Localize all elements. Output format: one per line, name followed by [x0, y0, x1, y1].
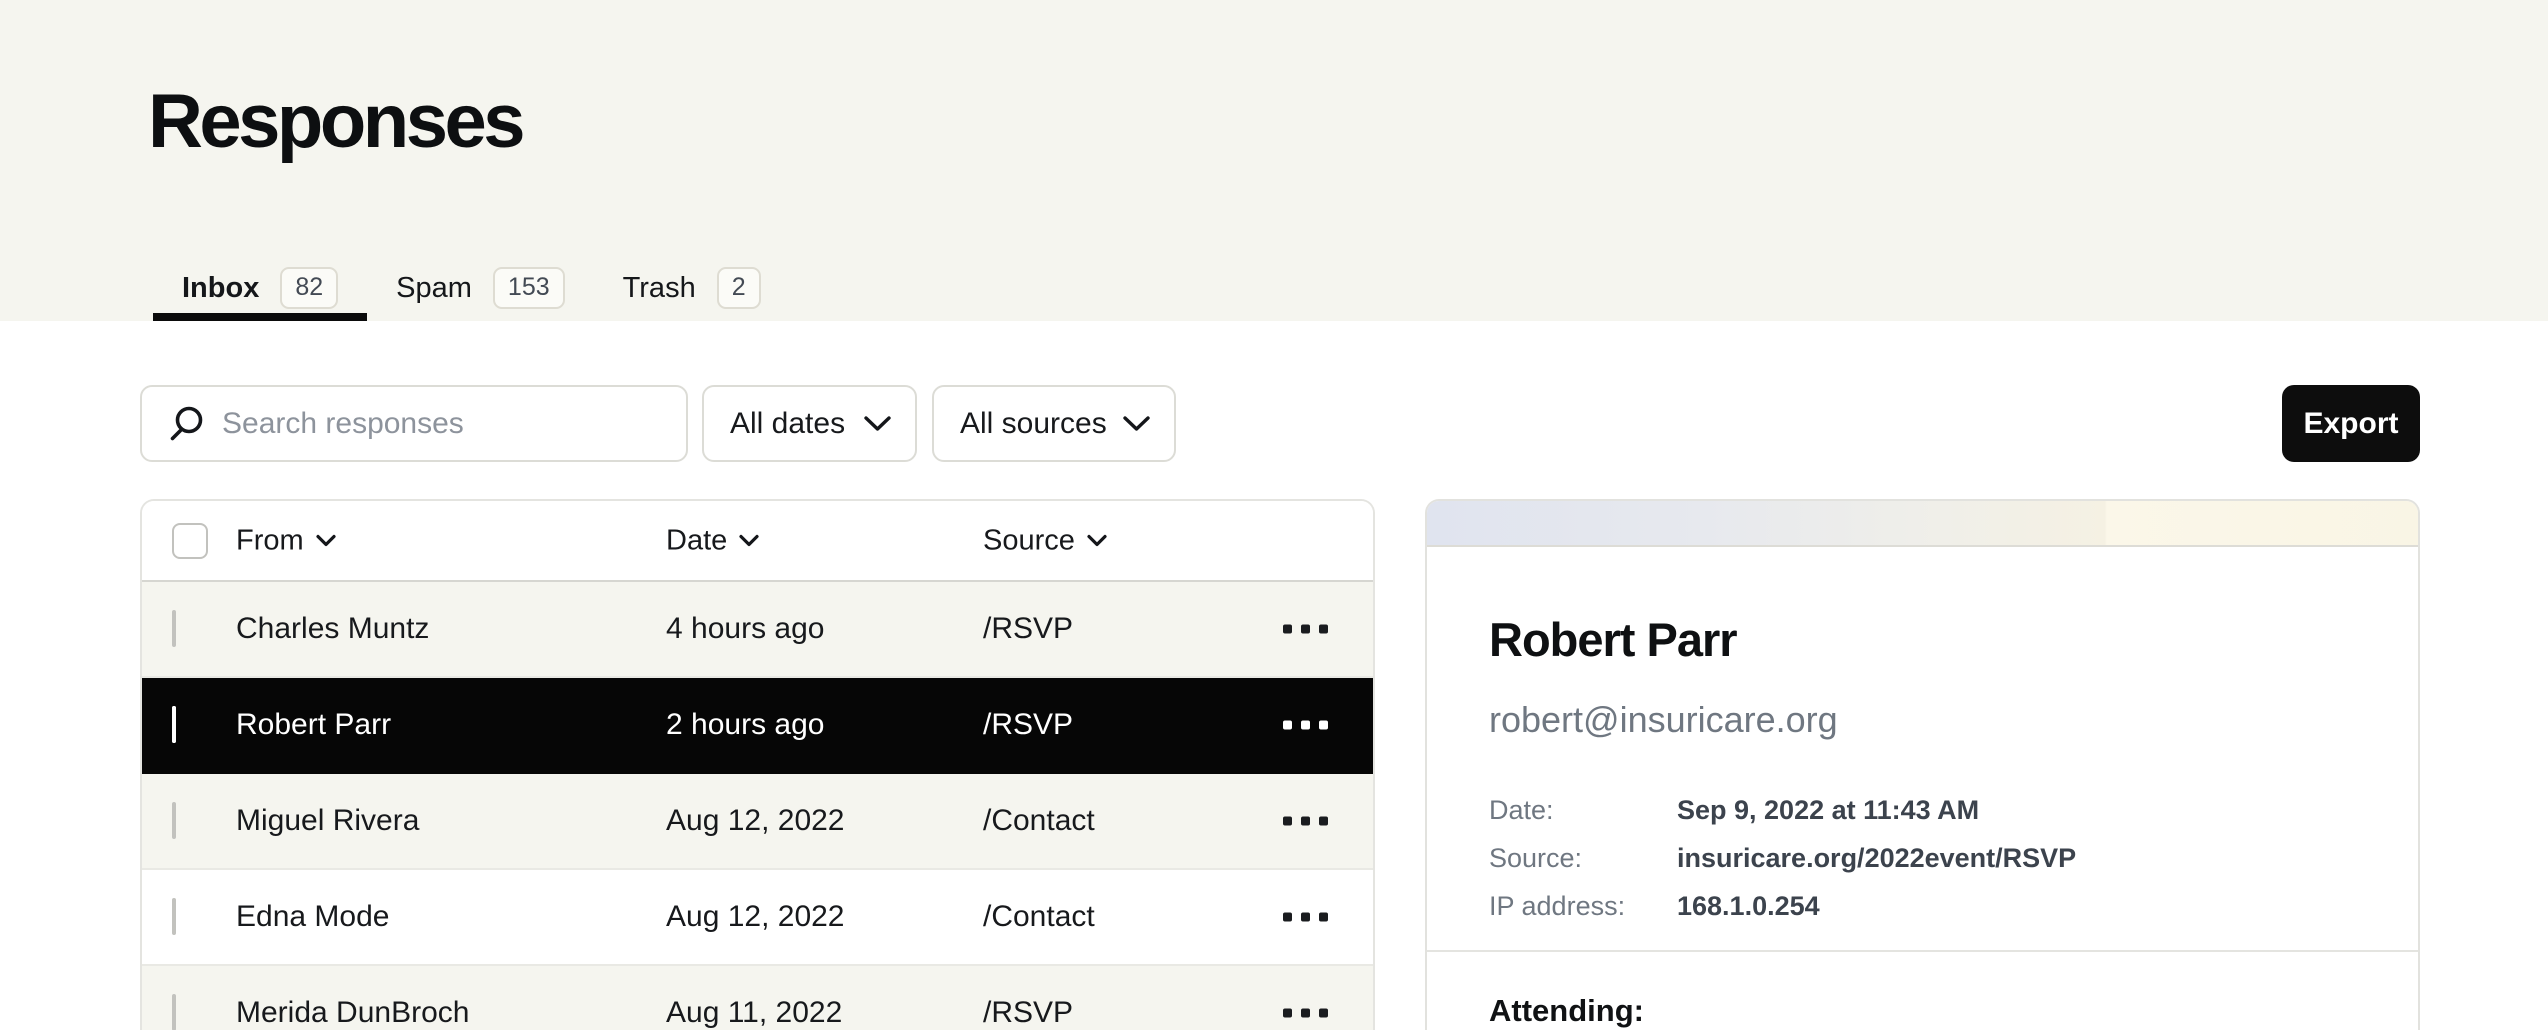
- attending-section-heading: Attending:: [1489, 993, 1644, 1029]
- dates-filter-value: All dates: [730, 407, 845, 441]
- row-menu-ellipsis-icon[interactable]: [1283, 1009, 1328, 1018]
- meta-label: Date:: [1489, 795, 1677, 826]
- meta-value: Sep 9, 2022 at 11:43 AM: [1677, 795, 2076, 826]
- row-date: Aug 12, 2022: [666, 804, 845, 838]
- row-menu-ellipsis-icon[interactable]: [1283, 721, 1328, 730]
- chevron-down-icon: [316, 534, 336, 547]
- row-checkbox[interactable]: [172, 898, 176, 935]
- meta-label: IP address:: [1489, 891, 1677, 922]
- meta-row-source: Source: insuricare.org/2022event/RSVP: [1489, 834, 2076, 882]
- responses-table: From Date Source Charles Muntz 4: [140, 499, 1375, 1030]
- table-row[interactable]: Edna Mode Aug 12, 2022 /Contact: [142, 870, 1373, 966]
- row-menu-ellipsis-icon[interactable]: [1283, 913, 1328, 922]
- row-from: Edna Mode: [236, 900, 389, 934]
- tab-trash-label: Trash: [623, 272, 696, 305]
- row-menu-ellipsis-icon[interactable]: [1283, 625, 1328, 634]
- meta-value: insuricare.org/2022event/RSVP: [1677, 843, 2076, 874]
- chevron-down-icon: [1123, 416, 1150, 432]
- tab-inbox-label: Inbox: [182, 272, 259, 305]
- dates-filter-dropdown[interactable]: All dates: [702, 385, 917, 462]
- chevron-down-icon: [1087, 534, 1107, 547]
- column-header-source-label: Source: [983, 524, 1075, 557]
- table-header-row: From Date Source: [142, 501, 1373, 582]
- tab-spam[interactable]: Spam 153: [367, 255, 593, 321]
- export-button-label: Export: [2303, 407, 2398, 441]
- row-source: /RSVP: [983, 996, 1073, 1030]
- tab-inbox[interactable]: Inbox 82: [153, 255, 367, 321]
- table-row-selected[interactable]: Robert Parr 2 hours ago /RSVP: [142, 678, 1373, 774]
- row-from: Charles Muntz: [236, 612, 429, 646]
- tab-bar: Inbox 82 Spam 153 Trash 2: [153, 255, 790, 321]
- row-menu-ellipsis-icon[interactable]: [1283, 817, 1328, 826]
- row-date: Aug 11, 2022: [666, 996, 842, 1030]
- meta-value: 168.1.0.254: [1677, 891, 2076, 922]
- row-source: /RSVP: [983, 708, 1073, 742]
- search-input[interactable]: Search responses: [140, 385, 688, 462]
- column-header-date[interactable]: Date: [666, 524, 759, 557]
- tab-spam-count-badge: 153: [493, 267, 565, 308]
- column-header-date-label: Date: [666, 524, 727, 557]
- row-date: 2 hours ago: [666, 708, 824, 742]
- table-row[interactable]: Merida DunBroch Aug 11, 2022 /RSVP: [142, 966, 1373, 1030]
- row-checkbox[interactable]: [172, 610, 176, 647]
- row-source: /RSVP: [983, 612, 1073, 646]
- meta-label: Source:: [1489, 843, 1677, 874]
- row-checkbox[interactable]: [172, 994, 176, 1030]
- page-title: Responses: [148, 78, 522, 165]
- tab-spam-label: Spam: [396, 272, 472, 305]
- export-button[interactable]: Export: [2282, 385, 2420, 462]
- respondent-name: Robert Parr: [1489, 612, 1737, 667]
- search-placeholder: Search responses: [222, 407, 464, 441]
- column-header-source[interactable]: Source: [983, 524, 1107, 557]
- meta-row-date: Date: Sep 9, 2022 at 11:43 AM: [1489, 786, 2076, 834]
- tab-inbox-count-badge: 82: [280, 267, 338, 308]
- row-from: Merida DunBroch: [236, 996, 469, 1030]
- response-detail-card: Robert Parr robert@insuricare.org Date: …: [1425, 499, 2420, 1030]
- search-icon: [168, 405, 204, 443]
- toolbar: Search responses All dates All sources E…: [140, 385, 2420, 462]
- meta-row-ip: IP address: 168.1.0.254: [1489, 882, 2076, 930]
- row-date: 4 hours ago: [666, 612, 824, 646]
- sources-filter-dropdown[interactable]: All sources: [932, 385, 1176, 462]
- select-all-checkbox-cell: [172, 523, 208, 559]
- select-all-checkbox[interactable]: [172, 523, 208, 559]
- tab-trash-count-badge: 2: [717, 267, 761, 308]
- chevron-down-icon: [739, 534, 759, 547]
- row-date: Aug 12, 2022: [666, 900, 845, 934]
- chevron-down-icon: [864, 416, 891, 432]
- respondent-email: robert@insuricare.org: [1489, 699, 1838, 741]
- divider: [1427, 950, 2418, 952]
- table-row[interactable]: Charles Muntz 4 hours ago /RSVP: [142, 582, 1373, 678]
- row-checkbox[interactable]: [172, 706, 176, 743]
- column-header-from-label: From: [236, 524, 304, 557]
- row-source: /Contact: [983, 900, 1095, 934]
- row-from: Robert Parr: [236, 708, 391, 742]
- table-row[interactable]: Miguel Rivera Aug 12, 2022 /Contact: [142, 774, 1373, 870]
- detail-gradient-strip: [1427, 501, 2418, 547]
- column-header-from[interactable]: From: [236, 524, 336, 557]
- sources-filter-value: All sources: [960, 407, 1107, 441]
- row-from: Miguel Rivera: [236, 804, 419, 838]
- response-meta: Date: Sep 9, 2022 at 11:43 AM Source: in…: [1489, 786, 2076, 930]
- tab-trash[interactable]: Trash 2: [594, 255, 790, 321]
- row-source: /Contact: [983, 804, 1095, 838]
- row-checkbox[interactable]: [172, 802, 176, 839]
